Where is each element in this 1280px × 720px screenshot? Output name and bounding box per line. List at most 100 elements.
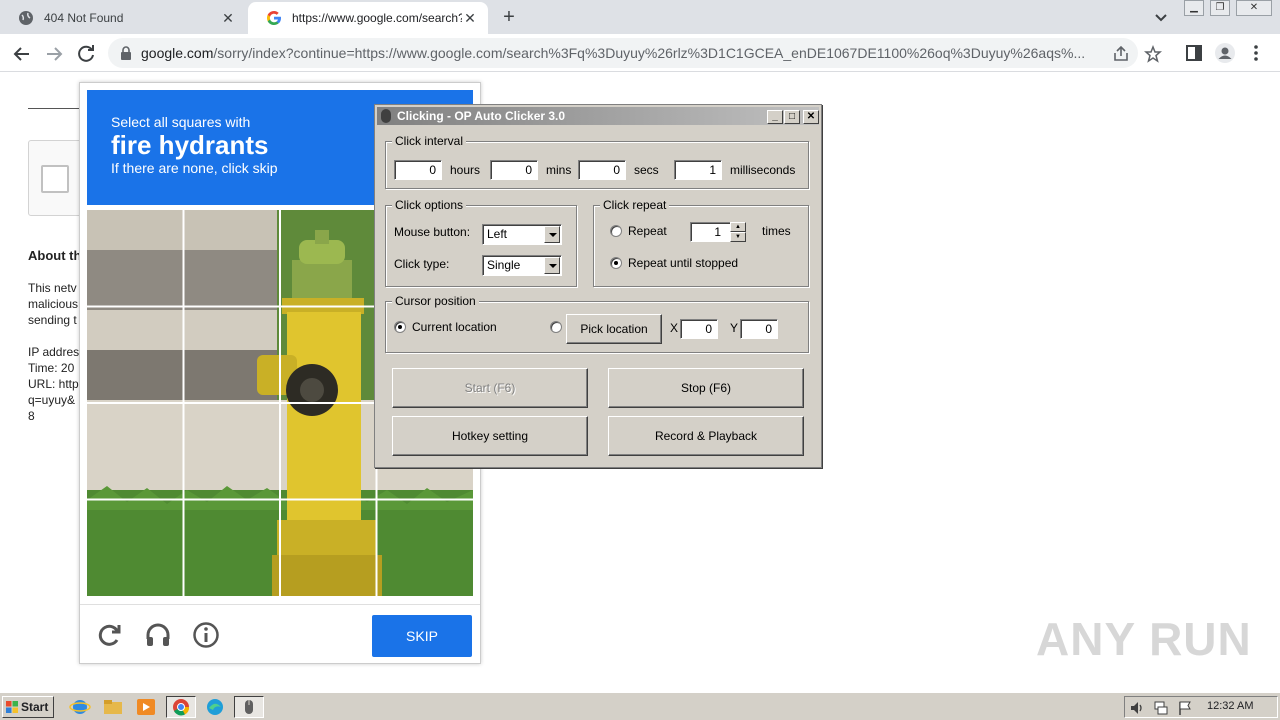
spin-down-icon[interactable]: ▼ [730,232,746,242]
current-location-radio[interactable] [394,321,406,333]
tab-strip: 404 Not Found ✕ https://www.google.com/s… [0,0,1280,34]
secs-label: secs [634,163,659,177]
group-label: Click interval [392,134,467,148]
tab-close-icon[interactable]: ✕ [220,10,236,26]
repeat-spinner[interactable]: ▲ ▼ [730,222,746,242]
start-button[interactable]: Start [2,696,54,718]
window-titlebar[interactable]: Clicking - OP Auto Clicker 3.0 _ □ ✕ [377,107,819,125]
y-label: Y [730,321,739,335]
globe-icon [19,11,33,25]
anyrun-watermark: ANY RUN [1036,613,1252,665]
chrome-icon [173,699,190,716]
tab-404-not-found[interactable]: 404 Not Found ✕ [0,2,246,34]
action-center-flag-icon[interactable] [1177,700,1193,716]
mins-input[interactable]: 0 [490,160,538,180]
x-label: X [670,321,679,335]
chrome-taskbar-button[interactable] [166,696,196,718]
repeat-until-stopped-radio[interactable] [610,257,622,269]
star-icon[interactable] [1144,45,1162,63]
headphones-icon[interactable] [144,621,172,649]
minimize-icon[interactable]: _ [767,110,783,124]
dropdown-arrow-icon[interactable] [544,226,560,243]
tab-google-search[interactable]: https://www.google.com/search?q= ✕ [248,2,488,34]
milliseconds-input[interactable]: 1 [674,160,722,180]
media-player-icon[interactable] [134,696,158,718]
google-icon [267,11,281,25]
group-label: Click options [392,198,467,212]
click-repeat-group: Click repeat Repeat 1 ▲ ▼ times Repeat un… [593,198,809,287]
auto-clicker-window: Clicking - OP Auto Clicker 3.0 _ □ ✕ Cli… [374,104,822,468]
click-type-label: Click type: [394,257,450,271]
cursor-position-group: Cursor position Current location Pick lo… [385,294,809,353]
divider [28,108,84,109]
tab-title: 404 Not Found [44,11,124,25]
edge-icon[interactable] [203,696,227,718]
new-tab-icon[interactable]: + [498,6,520,28]
mouse-icon [381,109,391,123]
side-panel-icon[interactable] [1184,43,1204,63]
start-label: Start [21,700,49,714]
close-icon[interactable]: ✕ [803,110,819,124]
milliseconds-label: milliseconds [730,163,796,177]
current-location-label: Current location [412,320,497,334]
tab-close-icon[interactable]: ✕ [462,10,478,26]
repeat-count-input[interactable]: 1 [690,222,732,242]
hotkey-setting-button[interactable]: Hotkey setting [392,416,588,456]
system-tray: 12:32 AM [1124,696,1278,718]
file-explorer-icon[interactable] [101,696,125,718]
back-icon[interactable] [10,42,34,66]
y-input[interactable]: 0 [740,319,778,339]
spin-up-icon[interactable]: ▲ [730,222,746,232]
mouse-icon [245,700,253,714]
info-icon[interactable] [192,621,220,649]
address-bar[interactable]: google.com/sorry/index?continue=https://… [108,38,1162,68]
browser-toolbar: google.com/sorry/index?continue=https://… [0,34,1280,72]
auto-clicker-taskbar-button[interactable] [234,696,264,718]
challenge-footer: SKIP [80,604,480,664]
group-label: Cursor position [392,294,479,308]
repeat-radio[interactable] [610,225,622,237]
menu-kebab-icon[interactable] [1246,43,1266,63]
mouse-button-label: Mouse button: [394,225,471,239]
hours-input[interactable]: 0 [394,160,442,180]
record-playback-button[interactable]: Record & Playback [608,416,804,456]
about-heading: About th [28,248,82,263]
page-paragraph: This netv malicious sending t [28,281,79,327]
forward-icon[interactable] [42,42,66,66]
taskbar: Start 12:32 AM [0,692,1280,720]
restore-icon[interactable]: ❐ [1210,0,1230,16]
share-icon[interactable] [1112,45,1130,63]
window-title: Clicking - OP Auto Clicker 3.0 [397,109,566,123]
pick-location-radio[interactable] [550,321,562,333]
volume-icon[interactable] [1129,700,1145,716]
reload-challenge-icon[interactable] [96,621,124,649]
recaptcha-checkbox[interactable] [41,165,69,193]
mouse-button-select[interactable]: Left [482,224,562,245]
close-window-icon[interactable]: ✕ [1236,0,1272,16]
click-interval-group: Click interval 0 hours 0 mins 0 secs 1 m… [385,134,809,189]
dropdown-arrow-icon[interactable] [544,257,560,274]
click-options-group: Click options Mouse button: Left Click t… [385,198,577,287]
x-input[interactable]: 0 [680,319,718,339]
network-icon[interactable] [1153,700,1169,716]
profile-avatar-icon[interactable] [1215,43,1235,63]
lock-icon[interactable] [120,46,132,60]
url-text: google.com/sorry/index?continue=https://… [141,45,1086,61]
skip-button[interactable]: SKIP [372,615,472,657]
minimize-icon[interactable]: ▁ [1184,0,1204,16]
windows-logo-icon [6,701,18,713]
repeat-until-stopped-label: Repeat until stopped [628,256,739,270]
reload-icon[interactable] [74,42,98,66]
click-type-select[interactable]: Single [482,255,562,276]
group-label: Click repeat [600,198,670,212]
chevron-down-icon[interactable] [1152,8,1170,26]
tab-title: https://www.google.com/search?q= [292,11,462,25]
secs-input[interactable]: 0 [578,160,626,180]
page-details: IP addres Time: 20 URL: http q=uyuy& 8 [28,345,80,423]
maximize-icon[interactable]: □ [784,110,800,124]
pick-location-button[interactable]: Pick location [566,314,662,344]
times-label: times [762,224,791,238]
stop-button[interactable]: Stop (F6) [608,368,804,408]
start-button[interactable]: Start (F6) [392,368,588,408]
internet-explorer-icon[interactable] [68,696,92,718]
